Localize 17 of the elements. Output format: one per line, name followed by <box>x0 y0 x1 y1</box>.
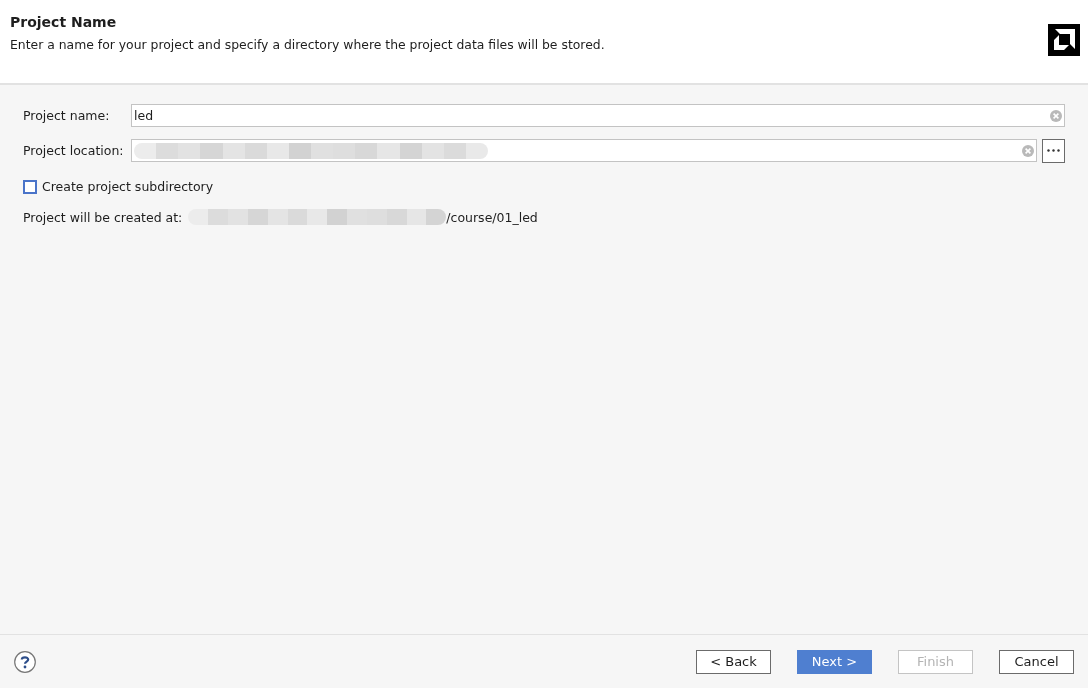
input-field[interactable]: led <box>131 104 1065 127</box>
path-label: Project will be created at: <box>23 209 183 225</box>
wizard-button[interactable]: Next > <box>797 649 872 674</box>
field-label: Project location: <box>23 143 125 158</box>
arrow-logo-icon <box>1048 24 1080 56</box>
checkbox[interactable] <box>23 179 37 194</box>
ellipsis-icon <box>1047 149 1060 152</box>
page-description: Enter a name for your project and specify a directory where the project data files will be stored. <box>10 37 605 52</box>
help-icon[interactable] <box>14 650 36 673</box>
field-label: Project name: <box>23 108 111 123</box>
checkbox-label: Create project subdirectory <box>42 179 214 194</box>
wizard-button[interactable]: Cancel <box>999 649 1074 674</box>
browse-button[interactable] <box>1042 138 1065 163</box>
input-field[interactable] <box>131 139 1037 162</box>
page-title: Project Name <box>10 14 118 30</box>
wizard-button[interactable]: < Back <box>696 649 771 674</box>
path-value: /course/01_led <box>446 209 538 225</box>
